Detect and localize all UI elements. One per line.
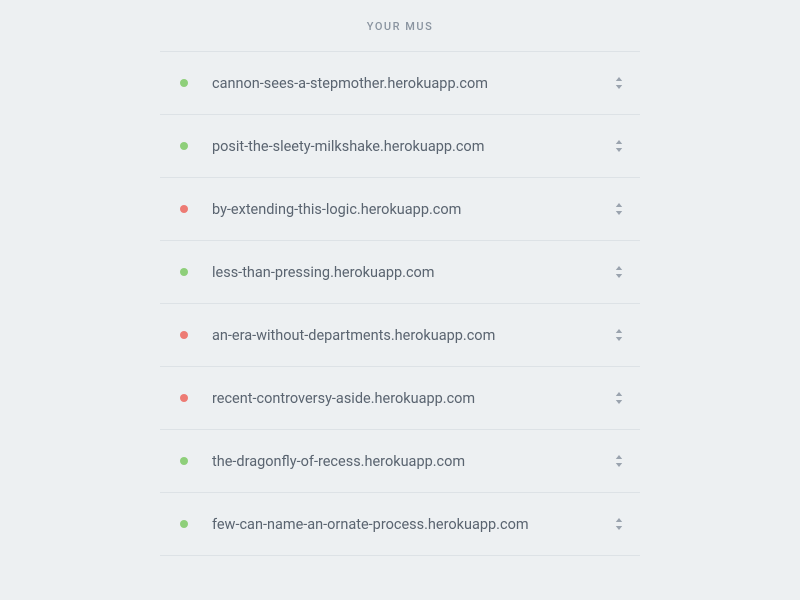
app-name: recent-controversy-aside.herokuapp.com xyxy=(212,390,612,407)
app-name: posit-the-sleety-milkshake.herokuapp.com xyxy=(212,138,612,155)
app-row[interactable]: the-dragonfly-of-recess.herokuapp.com xyxy=(160,430,640,493)
status-dot-icon xyxy=(180,79,188,87)
up-down-chevron-icon[interactable] xyxy=(612,391,626,405)
up-down-chevron-icon[interactable] xyxy=(612,202,626,216)
up-down-chevron-icon[interactable] xyxy=(612,265,626,279)
section-title: YOUR MUS xyxy=(160,20,640,51)
status-dot-icon xyxy=(180,331,188,339)
app-row[interactable]: cannon-sees-a-stepmother.herokuapp.com xyxy=(160,52,640,115)
status-dot-icon xyxy=(180,457,188,465)
app-name: an-era-without-departments.herokuapp.com xyxy=(212,327,612,344)
up-down-chevron-icon[interactable] xyxy=(612,454,626,468)
status-dot-icon xyxy=(180,205,188,213)
app-list: cannon-sees-a-stepmother.herokuapp.com po… xyxy=(160,51,640,556)
app-row[interactable]: few-can-name-an-ornate-process.herokuapp… xyxy=(160,493,640,556)
up-down-chevron-icon[interactable] xyxy=(612,328,626,342)
status-dot-icon xyxy=(180,394,188,402)
up-down-chevron-icon[interactable] xyxy=(612,517,626,531)
app-row[interactable]: less-than-pressing.herokuapp.com xyxy=(160,241,640,304)
app-name: the-dragonfly-of-recess.herokuapp.com xyxy=(212,453,612,470)
status-dot-icon xyxy=(180,268,188,276)
app-row[interactable]: an-era-without-departments.herokuapp.com xyxy=(160,304,640,367)
app-name: cannon-sees-a-stepmother.herokuapp.com xyxy=(212,75,612,92)
up-down-chevron-icon[interactable] xyxy=(612,76,626,90)
app-row[interactable]: posit-the-sleety-milkshake.herokuapp.com xyxy=(160,115,640,178)
app-name: by-extending-this-logic.herokuapp.com xyxy=(212,201,612,218)
app-name: less-than-pressing.herokuapp.com xyxy=(212,264,612,281)
status-dot-icon xyxy=(180,520,188,528)
status-dot-icon xyxy=(180,142,188,150)
up-down-chevron-icon[interactable] xyxy=(612,139,626,153)
app-row[interactable]: recent-controversy-aside.herokuapp.com xyxy=(160,367,640,430)
app-list-panel: YOUR MUS cannon-sees-a-stepmother.heroku… xyxy=(160,0,640,556)
app-name: few-can-name-an-ornate-process.herokuapp… xyxy=(212,516,612,533)
app-row[interactable]: by-extending-this-logic.herokuapp.com xyxy=(160,178,640,241)
